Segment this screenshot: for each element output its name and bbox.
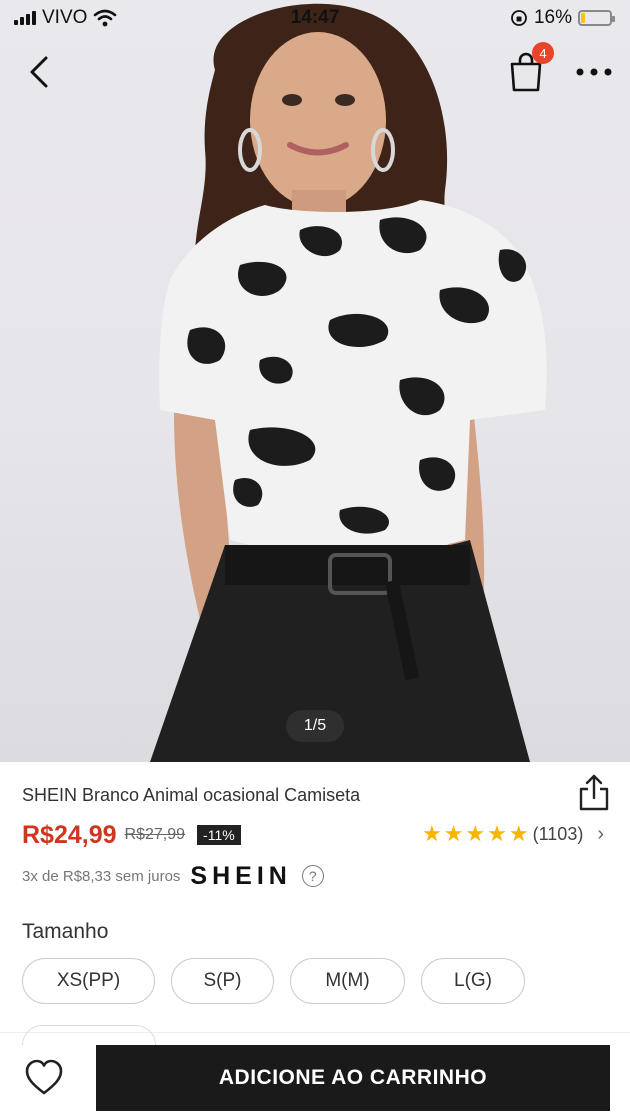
star-icon: ★ [421, 821, 442, 846]
bottom-action-bar: ADICIONE AO CARRINHO [0, 1025, 630, 1120]
original-price: R$27,99 [124, 826, 186, 843]
more-dots-icon[interactable] [572, 58, 616, 86]
battery-percent: 16% [533, 7, 572, 28]
product-photo [150, 3, 547, 762]
price-row: R$24,99 R$27,99 -11% ★ ★ ★ ★ ★ (1103) › [22, 818, 612, 852]
orientation-lock-icon [511, 10, 527, 26]
star-icon: ★ [465, 821, 486, 846]
size-options: XS(PP) S(P) M(M) L(G) [22, 958, 525, 1004]
help-icon[interactable]: ? [301, 865, 324, 887]
status-right: 16% [510, 7, 615, 29]
battery-icon [578, 10, 615, 26]
installment-row: 3x de R$8,33 sem juros SHEIN ? [22, 862, 324, 890]
star-icon: ★ [508, 821, 529, 846]
product-image-gallery[interactable]: VIVO 14:47 16% 4 1/5 [0, 0, 630, 762]
current-price: R$24,99 [22, 820, 117, 849]
chevron-right-icon: › [597, 822, 604, 845]
size-option-m[interactable]: M(M) [290, 958, 405, 1004]
share-icon[interactable] [576, 772, 612, 812]
size-label: Tamanho [22, 920, 109, 943]
status-bar: VIVO 14:47 16% [0, 0, 630, 36]
wifi-icon [94, 9, 117, 27]
back-chevron-icon[interactable] [22, 52, 58, 92]
rating-summary[interactable]: ★ ★ ★ ★ ★ (1103) › [422, 822, 604, 846]
product-title: SHEIN Branco Animal ocasional Camiseta [22, 785, 361, 805]
add-to-cart-button[interactable]: ADICIONE AO CARRINHO [96, 1045, 610, 1111]
battery-level [581, 13, 586, 23]
size-option-s[interactable]: S(P) [171, 958, 274, 1004]
image-page-indicator: 1/5 [286, 710, 344, 742]
shein-logo: SHEIN [190, 861, 292, 890]
title-row: SHEIN Branco Animal ocasional Camiseta [22, 774, 612, 812]
heart-icon[interactable] [24, 1059, 64, 1097]
status-left: VIVO [14, 7, 117, 29]
star-icon: ★ [487, 821, 507, 846]
carrier-name: VIVO [42, 7, 88, 28]
size-option-xs[interactable]: XS(PP) [22, 958, 155, 1004]
review-count: (1103) [532, 823, 584, 844]
star-icon: ★ [443, 821, 464, 846]
signal-icon [14, 11, 36, 25]
installment-text: 3x de R$8,33 sem juros [22, 867, 181, 885]
cart-button[interactable]: 4 [506, 42, 554, 94]
cart-count-badge: 4 [532, 42, 554, 64]
size-option-partial[interactable] [22, 1025, 156, 1045]
size-option-l[interactable]: L(G) [421, 958, 525, 1004]
discount-badge: -11% [197, 825, 241, 845]
